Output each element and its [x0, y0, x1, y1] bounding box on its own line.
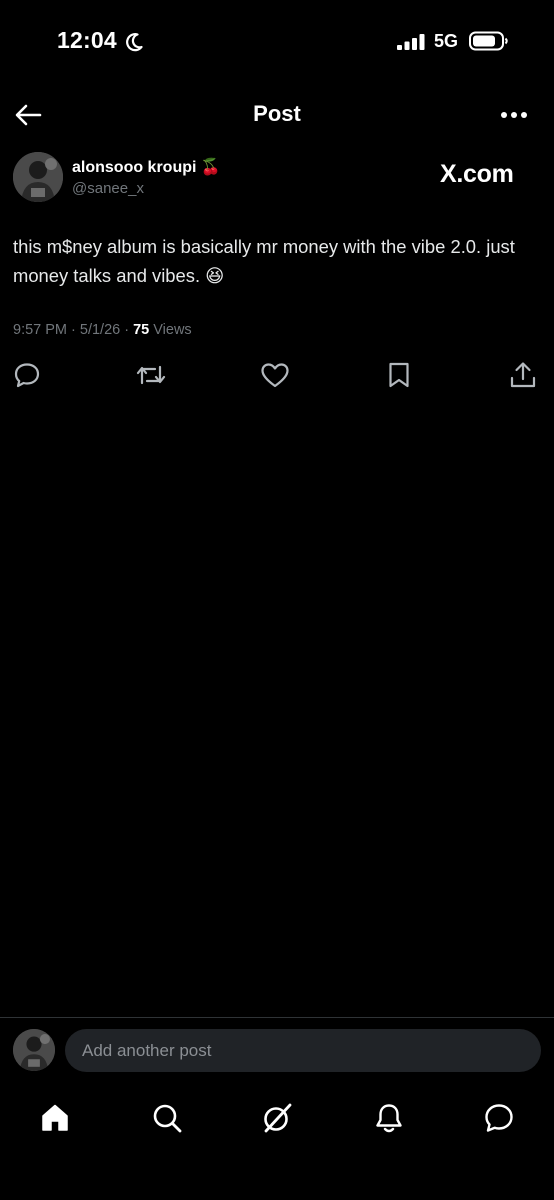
- bookmark-icon: [389, 362, 409, 388]
- status-time: 12:04: [57, 27, 117, 53]
- author-name-text: alonsooo kroupi: [72, 159, 197, 176]
- signal-icon: [397, 34, 425, 50]
- reply-icon: [14, 363, 40, 388]
- notifications-icon: [376, 1104, 402, 1133]
- author-handle[interactable]: @sanee_x: [72, 180, 144, 197]
- tab-home[interactable]: [37, 1100, 73, 1136]
- bookmark-button[interactable]: [384, 360, 414, 390]
- cherry-emoji: 🍒: [200, 159, 221, 176]
- views-label: Views: [149, 322, 192, 338]
- repost-icon: [136, 365, 166, 385]
- home-icon: [42, 1104, 68, 1131]
- grok-icon: [264, 1103, 292, 1133]
- views-count[interactable]: 75: [133, 322, 149, 338]
- battery-icon: [469, 31, 508, 51]
- composer-avatar: [13, 1029, 55, 1071]
- page-title: Post: [253, 101, 301, 126]
- like-button[interactable]: [260, 360, 290, 390]
- header: Post: [0, 84, 554, 144]
- composer-divider: [0, 1017, 554, 1018]
- post-text: this m$ney album is basically mr money w…: [13, 236, 515, 286]
- messages-icon: [485, 1104, 513, 1132]
- author-avatar[interactable]: [13, 152, 63, 202]
- source-badge: X.com: [440, 160, 514, 188]
- search-icon: [153, 1104, 182, 1133]
- post-timestamp: 9:57 PM · 5/1/26 ·: [13, 322, 134, 338]
- post-meta: 9:57 PM · 5/1/26 · 75 Views: [13, 322, 192, 338]
- repost-button[interactable]: [136, 360, 166, 390]
- tab-messages[interactable]: [481, 1100, 517, 1136]
- post-actions: [0, 360, 554, 392]
- share-button[interactable]: [508, 360, 538, 390]
- network-type: 5G: [434, 31, 459, 51]
- tab-search[interactable]: [149, 1100, 185, 1136]
- bottom-tab-bar: [0, 1090, 554, 1150]
- avatar-image: [13, 1029, 55, 1071]
- moon-icon: [126, 33, 143, 52]
- tab-grok[interactable]: [259, 1100, 295, 1136]
- reply-input[interactable]: [65, 1029, 541, 1072]
- share-icon: [510, 362, 536, 388]
- more-button[interactable]: [496, 97, 532, 133]
- status-bar: 12:04 5G: [0, 0, 554, 84]
- more-dots-icon: [501, 112, 527, 118]
- tab-notifications[interactable]: [371, 1100, 407, 1136]
- avatar-image: [13, 152, 63, 202]
- reply-button[interactable]: [12, 360, 42, 390]
- author-name[interactable]: alonsooo kroupi 🍒: [72, 157, 220, 177]
- like-icon: [261, 363, 289, 388]
